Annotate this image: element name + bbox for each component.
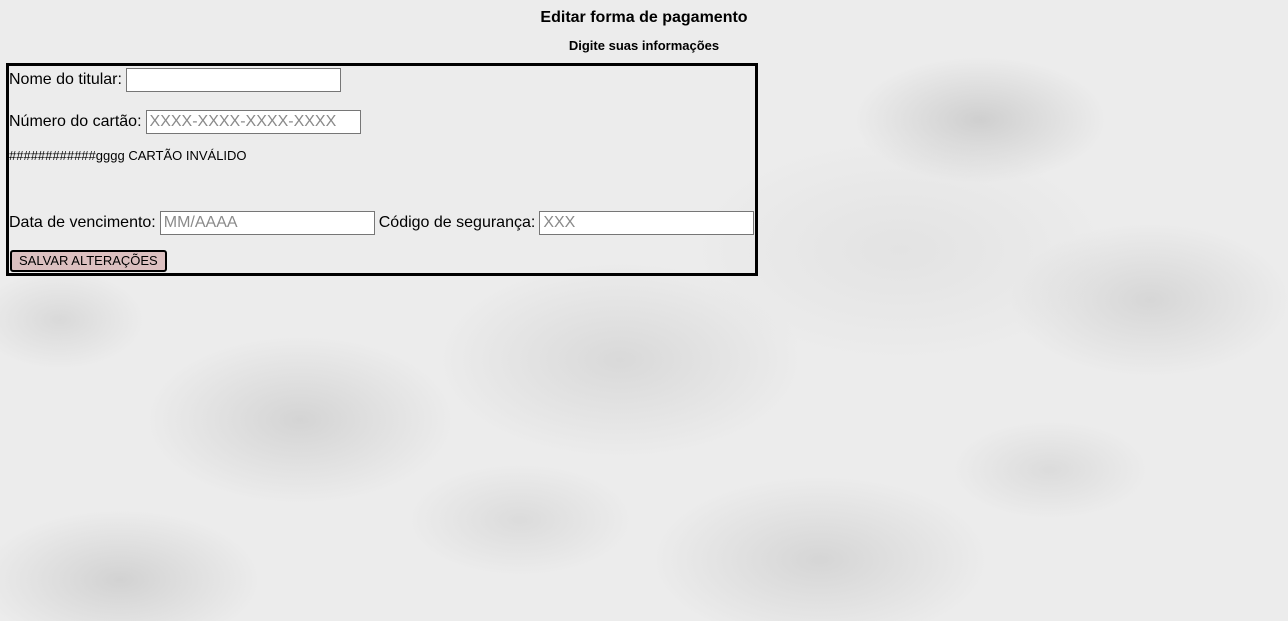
payment-form: Nome do titular: Número do cartão: #####… (6, 63, 758, 276)
save-changes-button[interactable]: SALVAR ALTERAÇÕES (10, 250, 167, 272)
expiry-security-row: Data de vencimento: Código de segurança: (9, 211, 755, 235)
card-number-input[interactable] (145, 110, 361, 134)
holder-name-label: Nome do titular: (9, 71, 122, 88)
card-number-label: Número do cartão: (9, 113, 142, 130)
security-code-label: Código de segurança: (378, 214, 536, 231)
page-title: Editar forma de pagamento (540, 9, 748, 26)
expiry-date-input[interactable] (159, 211, 375, 235)
holder-name-row: Nome do titular: (9, 68, 341, 92)
card-error-line: ############gggg CARTÃO INVÁLIDO (9, 148, 247, 163)
holder-name-input[interactable] (125, 68, 341, 92)
security-code-input[interactable] (539, 211, 755, 235)
card-invalid-message: CARTÃO INVÁLIDO (128, 148, 247, 163)
expiry-date-label: Data de vencimento: (9, 214, 156, 231)
card-number-echo: ############gggg (9, 148, 125, 163)
page-subtitle: Digite suas informações (568, 38, 720, 53)
card-number-row: Número do cartão: (9, 110, 361, 134)
